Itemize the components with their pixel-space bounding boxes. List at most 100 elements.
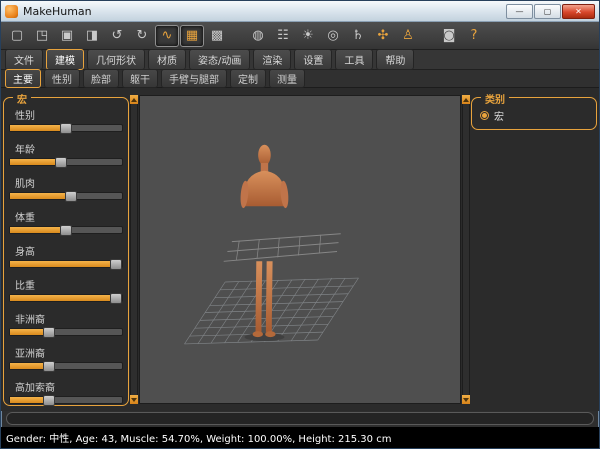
makehuman-window: MakeHuman —▢✕ ▢◳▣◨↺↻∿▦▩◍☷☀◎♄✣♙◙? 文件建模几何形… (0, 0, 600, 449)
slider-row-asian: 亚洲裔 (9, 345, 123, 370)
skeleton-icon[interactable]: ☷ (271, 25, 295, 47)
toolbar: ▢◳▣◨↺↻∿▦▩ ◍☷☀◎♄✣♙ ◙? (1, 22, 599, 50)
slider-handle[interactable] (110, 259, 122, 270)
slider-label-proportion: 比重 (15, 277, 123, 292)
slider-label-weight: 体重 (15, 209, 123, 224)
tab-measure[interactable]: 测量 (269, 69, 305, 88)
weight-slider[interactable] (9, 226, 123, 234)
grid-toggle-icon[interactable]: ▦ (180, 25, 204, 47)
tab-arms-legs[interactable]: 手臂与腿部 (161, 69, 227, 88)
camera-icon[interactable]: ◙ (437, 25, 461, 47)
asian-slider[interactable] (9, 362, 123, 370)
slider-row-muscle: 肌肉 (9, 175, 123, 200)
redo-icon[interactable]: ↻ (130, 25, 154, 47)
viewport-3d[interactable] (139, 95, 461, 404)
macro-sliders: 性别年龄肌肉体重身高比重非洲裔亚洲裔高加索裔 (9, 107, 123, 404)
viewport-scene (140, 96, 460, 403)
radio-icon (480, 111, 489, 120)
african-slider[interactable] (9, 328, 123, 336)
menu-item-modelling[interactable]: 建模 (46, 49, 84, 70)
category-options: 宏 (477, 107, 591, 124)
scroll-down-icon[interactable] (462, 395, 470, 404)
slider-row-proportion: 比重 (9, 277, 123, 302)
menu-item-help[interactable]: 帮助 (376, 49, 414, 70)
scroll-track[interactable] (130, 104, 138, 395)
menu-item-utilities[interactable]: 工具 (335, 49, 373, 70)
model-shadow (244, 333, 284, 341)
wings-icon[interactable]: ✣ (371, 25, 395, 47)
help-icon[interactable]: ? (462, 25, 486, 47)
tab-custom[interactable]: 定制 (230, 69, 266, 88)
slider-row-gender: 性别 (9, 107, 123, 132)
slider-handle[interactable] (60, 123, 72, 134)
tab-main[interactable]: 主要 (5, 69, 41, 88)
slider-row-height: 身高 (9, 243, 123, 268)
slider-handle[interactable] (110, 293, 122, 304)
menu-item-settings[interactable]: 设置 (294, 49, 332, 70)
maximize-button[interactable]: ▢ (534, 4, 561, 19)
load-icon[interactable]: ◳ (30, 25, 54, 47)
scroll-track[interactable] (462, 104, 470, 395)
slider-handle[interactable] (43, 327, 55, 338)
menu-item-pose-animate[interactable]: 姿态/动画 (189, 49, 250, 70)
minimize-button[interactable]: — (506, 4, 533, 19)
left-scrollbar[interactable] (130, 95, 138, 404)
light-icon[interactable]: ☀ (296, 25, 320, 47)
scroll-up-icon[interactable] (462, 95, 470, 104)
undo-icon[interactable]: ↺ (105, 25, 129, 47)
progress-row (1, 411, 599, 427)
proportion-slider[interactable] (9, 294, 123, 302)
save-icon[interactable]: ▣ (55, 25, 79, 47)
menubar: 文件建模几何形状材质姿态/动画渲染设置工具帮助 (1, 50, 599, 70)
new-icon[interactable]: ▢ (5, 25, 29, 47)
muscle-slider[interactable] (9, 192, 123, 200)
scroll-up-icon[interactable] (130, 95, 138, 104)
tab-gender[interactable]: 性别 (44, 69, 80, 88)
age-slider[interactable] (9, 158, 123, 166)
app-icon (5, 5, 18, 18)
right-sidebar: 类别 宏 (471, 91, 597, 408)
smooth-toggle-icon[interactable]: ◍ (246, 25, 270, 47)
human-icon[interactable]: ♙ (396, 25, 420, 47)
export-icon[interactable]: ◨ (80, 25, 104, 47)
menu-item-geometries[interactable]: 几何形状 (87, 49, 145, 70)
texture-toggle-icon[interactable]: ▩ (205, 25, 229, 47)
progress-bar (6, 412, 594, 425)
menu-item-file[interactable]: 文件 (5, 49, 43, 70)
slider-label-asian: 亚洲裔 (15, 345, 123, 360)
slider-label-caucasian: 高加索裔 (15, 379, 123, 394)
height-slider[interactable] (9, 260, 123, 268)
category-option-macro[interactable]: 宏 (477, 107, 591, 124)
gender-slider[interactable] (9, 124, 123, 132)
slider-fill (10, 193, 72, 199)
scroll-down-icon[interactable] (130, 395, 138, 404)
category-option-label: 宏 (494, 108, 504, 123)
orbit-view-icon[interactable]: ◎ (321, 25, 345, 47)
window-title: MakeHuman (23, 5, 501, 18)
category-panel: 类别 宏 (471, 97, 597, 130)
menu-item-render[interactable]: 渲染 (253, 49, 291, 70)
slider-label-height: 身高 (15, 243, 123, 258)
pose-mode-icon[interactable]: ∿ (155, 25, 179, 47)
right-scrollbar[interactable] (462, 95, 470, 404)
slider-row-african: 非洲裔 (9, 311, 123, 336)
category-panel-title: 类别 (481, 91, 509, 106)
slider-fill (10, 125, 66, 131)
close-button[interactable]: ✕ (562, 4, 595, 19)
tab-torso[interactable]: 躯干 (122, 69, 158, 88)
titlebar[interactable]: MakeHuman —▢✕ (1, 1, 599, 22)
slider-row-age: 年龄 (9, 141, 123, 166)
macro-panel: 宏 性别年龄肌肉体重身高比重非洲裔亚洲裔高加索裔 (3, 97, 129, 406)
slider-handle[interactable] (55, 157, 67, 168)
menu-item-materials[interactable]: 材质 (148, 49, 186, 70)
window-controls: —▢✕ (506, 4, 595, 19)
slider-handle[interactable] (43, 361, 55, 372)
slider-handle[interactable] (65, 191, 77, 202)
slider-handle[interactable] (43, 395, 55, 406)
left-sidebar: 宏 性别年龄肌肉体重身高比重非洲裔亚洲裔高加索裔 (3, 91, 129, 408)
saturn-icon[interactable]: ♄ (346, 25, 370, 47)
tab-face[interactable]: 脸部 (83, 69, 119, 88)
slider-handle[interactable] (60, 225, 72, 236)
slider-label-age: 年龄 (15, 141, 123, 156)
caucasian-slider[interactable] (9, 396, 123, 404)
